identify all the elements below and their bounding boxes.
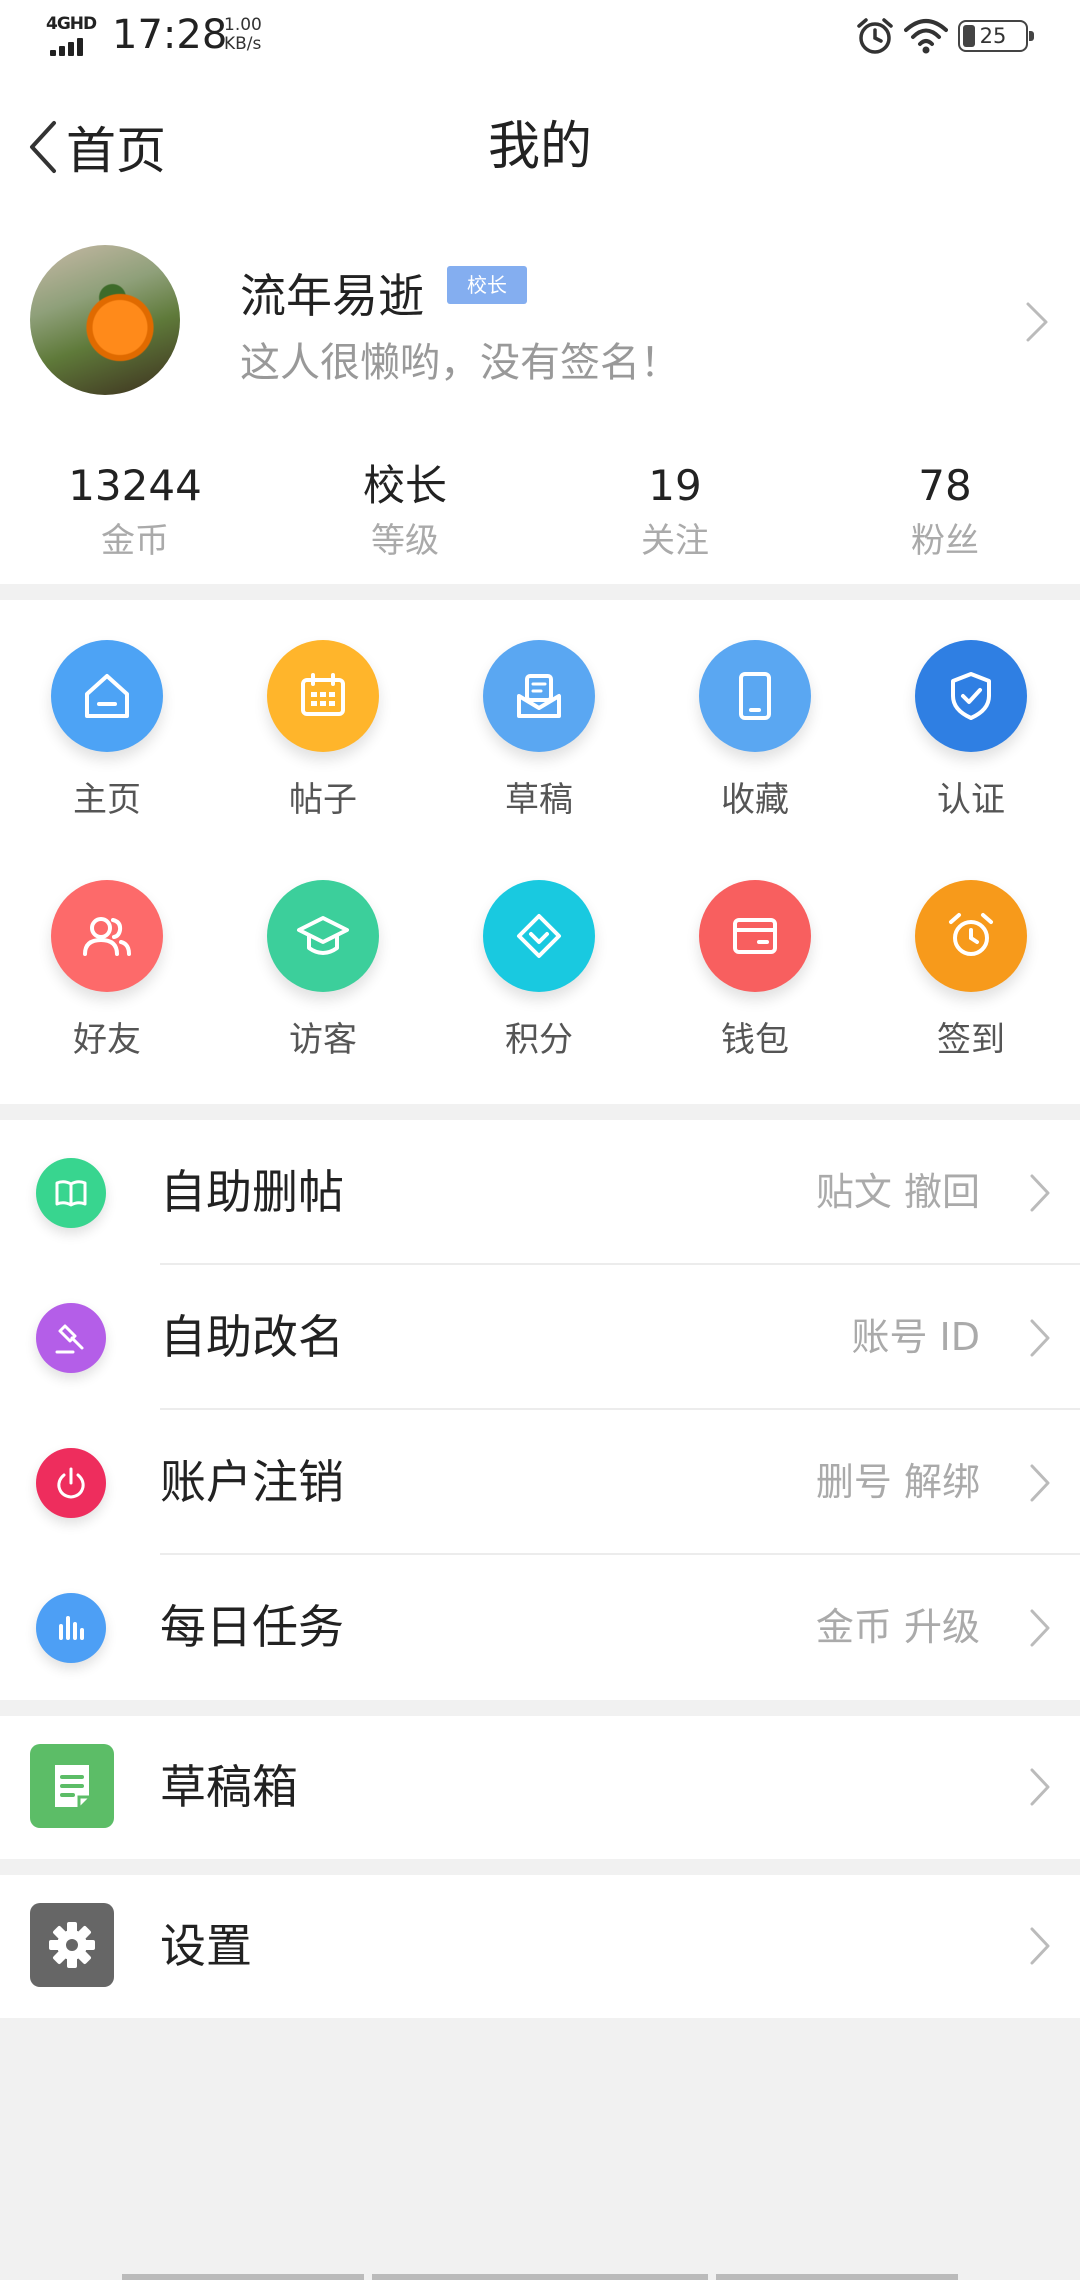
- wallet-icon: [699, 880, 811, 992]
- list-item-account-cancel[interactable]: 账户注销 删号 解绑: [0, 1410, 1080, 1555]
- grid-item-visitors[interactable]: 访客: [223, 880, 423, 1061]
- calendar-icon: [267, 640, 379, 752]
- list-item-title: 自助改名: [160, 1310, 344, 1364]
- list-item-hint: 金币 升级: [815, 1605, 980, 1649]
- service-list: 自助删帖 贴文 撤回 自助改名 账号 ID 账户注销 删号 解绑 每日任务 金币…: [0, 1120, 1080, 1700]
- stats-bar: 13244 金币 校长 等级 19 关注 78 粉丝: [0, 438, 1080, 584]
- gear-icon: [30, 1903, 114, 1987]
- grid-label: 积分: [505, 1020, 573, 1060]
- list-item-hint: 账号 ID: [851, 1315, 980, 1359]
- grid-label: 钱包: [721, 1020, 789, 1060]
- book-icon: [36, 1158, 106, 1228]
- stat-label: 粉丝: [911, 521, 979, 561]
- list-item-title: 每日任务: [160, 1600, 344, 1654]
- grid-item-checkin[interactable]: 签到: [871, 880, 1071, 1061]
- battery-icon: 25: [958, 20, 1034, 52]
- grid-label: 签到: [937, 1020, 1005, 1060]
- power-icon: [36, 1448, 106, 1518]
- grid-label: 收藏: [721, 780, 789, 820]
- list-item-hint: 删号 解绑: [815, 1460, 980, 1504]
- grid-label: 主页: [73, 780, 141, 820]
- shield-icon: [915, 640, 1027, 752]
- signal-bars-icon: [50, 36, 100, 56]
- battery-level: 25: [979, 24, 1007, 48]
- grid-label: 好友: [73, 1020, 141, 1060]
- graduation-cap-icon: [267, 880, 379, 992]
- diamond-icon: [483, 880, 595, 992]
- stat-value: 78: [918, 461, 972, 510]
- stat-value: 19: [648, 461, 702, 510]
- profile-card[interactable]: 流年易逝 校长 这人很懒哟，没有签名！: [0, 220, 1080, 438]
- stat-fans[interactable]: 78 粉丝: [810, 438, 1080, 564]
- list-item-self-delete-post[interactable]: 自助删帖 贴文 撤回: [0, 1120, 1080, 1265]
- list-item-title: 账户注销: [160, 1455, 344, 1509]
- stat-label: 金币: [101, 521, 169, 561]
- grid-label: 访客: [289, 1020, 357, 1060]
- stat-value: 校长: [362, 461, 447, 510]
- chevron-right-icon: [1030, 1609, 1050, 1647]
- list-item-title: 自助删帖: [160, 1165, 344, 1219]
- stat-following[interactable]: 19 关注: [540, 438, 810, 564]
- page-title: 我的: [487, 117, 592, 177]
- grid-label: 帖子: [289, 780, 357, 820]
- stat-label: 等级: [371, 521, 439, 561]
- stat-level[interactable]: 校长 等级: [270, 438, 540, 564]
- gavel-icon: [36, 1303, 106, 1373]
- clock-time: 17:28: [112, 12, 228, 58]
- list-item-settings[interactable]: 设置: [0, 1875, 1080, 2018]
- grid-item-verify[interactable]: 认证: [871, 640, 1071, 821]
- network-speed: 1.00 KB/s: [224, 16, 262, 54]
- grid-item-posts[interactable]: 帖子: [223, 640, 423, 821]
- list-item-title: 设置: [160, 1919, 252, 1973]
- chevron-right-icon: [1030, 1174, 1050, 1212]
- speed-unit: KB/s: [224, 34, 262, 54]
- grid-item-points[interactable]: 积分: [439, 880, 639, 1061]
- list-item-drafts-box[interactable]: 草稿箱: [0, 1716, 1080, 1859]
- note-icon: [30, 1744, 114, 1828]
- grid-item-friends[interactable]: 好友: [7, 880, 207, 1061]
- grid-item-home[interactable]: 主页: [7, 640, 207, 821]
- feature-grid: 主页 帖子 草稿 收藏 认证 好友 访客 积分 钱包 签到: [0, 600, 1080, 1104]
- username: 流年易逝: [240, 269, 424, 323]
- signature: 这人很懒哟，没有签名！: [240, 340, 680, 386]
- draft-icon: [483, 640, 595, 752]
- gesture-bar[interactable]: [0, 2268, 1080, 2280]
- list-item-self-rename[interactable]: 自助改名 账号 ID: [0, 1265, 1080, 1410]
- status-bar: 4GHD 17:28 1.00 KB/s 25: [0, 0, 1080, 72]
- wifi-icon: [904, 19, 948, 54]
- grid-item-wallet[interactable]: 钱包: [655, 880, 855, 1061]
- page-header: 首页 我的: [0, 72, 1080, 220]
- alarm-icon: [857, 18, 893, 54]
- rank-badge: 校长: [447, 266, 527, 304]
- network-label: 4GHD: [46, 14, 97, 34]
- list-item-hint: 贴文 撤回: [815, 1170, 980, 1214]
- list-item-title: 草稿箱: [160, 1760, 298, 1814]
- stat-value: 13244: [68, 461, 202, 510]
- chevron-right-icon: [1026, 302, 1048, 342]
- home-icon: [51, 640, 163, 752]
- avatar[interactable]: [30, 245, 180, 395]
- chevron-right-icon: [1030, 1927, 1050, 1965]
- chevron-right-icon: [1030, 1464, 1050, 1502]
- tablet-icon: [699, 640, 811, 752]
- grid-label: 认证: [937, 780, 1005, 820]
- network-indicator: 4GHD: [46, 14, 100, 56]
- alarm-clock-icon: [915, 880, 1027, 992]
- stat-label: 关注: [641, 521, 709, 561]
- bar-chart-icon: [36, 1593, 106, 1663]
- chevron-right-icon: [1030, 1768, 1050, 1806]
- grid-label: 草稿: [505, 780, 573, 820]
- list-item-daily-tasks[interactable]: 每日任务 金币 升级: [0, 1555, 1080, 1700]
- friends-icon: [51, 880, 163, 992]
- chevron-right-icon: [1030, 1319, 1050, 1357]
- grid-item-favorites[interactable]: 收藏: [655, 640, 855, 821]
- stat-coins[interactable]: 13244 金币: [0, 438, 270, 564]
- grid-item-drafts[interactable]: 草稿: [439, 640, 639, 821]
- speed-value: 1.00: [224, 15, 262, 35]
